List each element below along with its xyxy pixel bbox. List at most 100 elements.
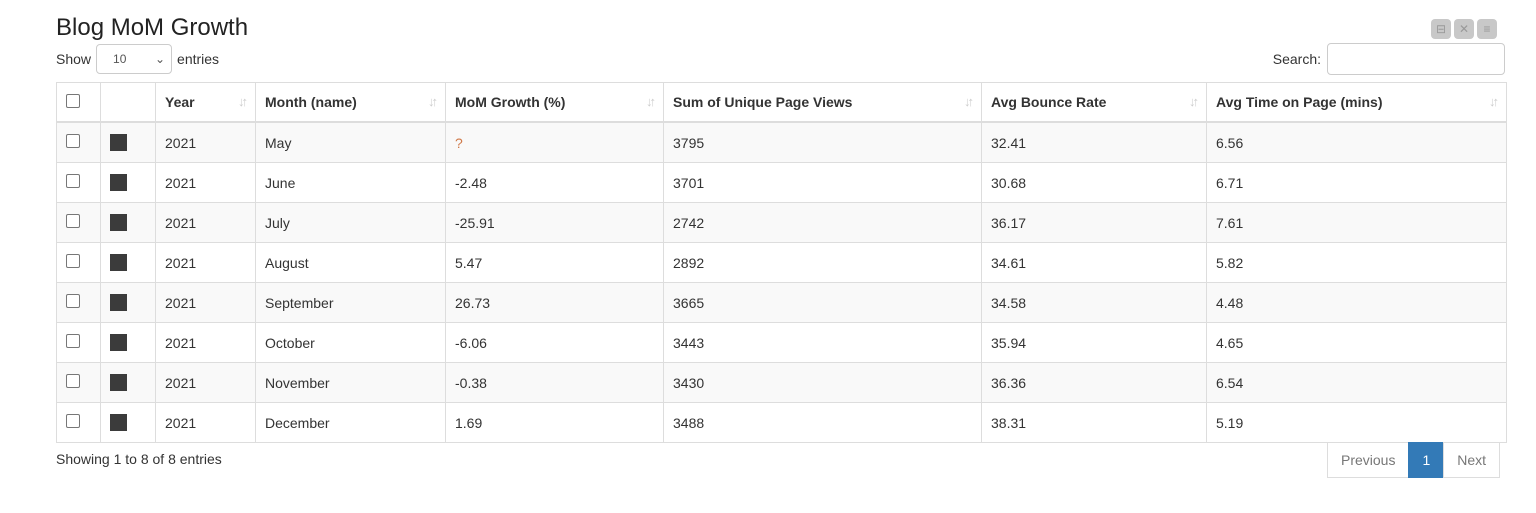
select-all-header bbox=[56, 82, 101, 123]
table-cell: -2.48 bbox=[445, 162, 664, 203]
column-label: MoM Growth (%) bbox=[455, 94, 566, 110]
table-cell: November bbox=[255, 362, 446, 403]
table-cell: 5.19 bbox=[1206, 402, 1507, 443]
table-cell: 2021 bbox=[155, 402, 256, 443]
table-cell: July bbox=[255, 202, 446, 243]
search-control: Search: bbox=[1273, 43, 1505, 75]
table-row: 2021 July -25.91 2742 36.17 7.61 bbox=[56, 202, 1507, 243]
table-cell: 2742 bbox=[663, 202, 982, 243]
row-select-cell bbox=[56, 242, 101, 283]
table-cell: May bbox=[255, 121, 446, 163]
table-cell: October bbox=[255, 322, 446, 363]
row-checkbox[interactable] bbox=[66, 414, 80, 428]
search-label: Search: bbox=[1272, 51, 1321, 67]
color-swatch bbox=[110, 254, 127, 272]
color-swatch bbox=[110, 334, 127, 352]
sort-icon: ↓↑ bbox=[646, 94, 656, 109]
table-cell: 3488 bbox=[663, 402, 982, 443]
column-header-2[interactable]: MoM Growth (%) ↓↑ bbox=[445, 82, 664, 123]
table-cell: 32.41 bbox=[981, 121, 1207, 163]
sort-icon: ↓↑ bbox=[1189, 94, 1199, 109]
table-row: 2021 December 1.69 3488 38.31 5.19 bbox=[56, 402, 1507, 443]
table-row: 2021 October -6.06 3443 35.94 4.65 bbox=[56, 322, 1507, 363]
row-checkbox[interactable] bbox=[66, 294, 80, 308]
color-swatch bbox=[110, 414, 127, 432]
swatch-cell bbox=[100, 162, 156, 203]
column-label: Sum of Unique Page Views bbox=[673, 94, 853, 110]
column-header-0[interactable]: Year ↓↑ bbox=[155, 82, 256, 123]
row-select-cell bbox=[56, 162, 101, 203]
table-cell: 2021 bbox=[155, 282, 256, 323]
row-checkbox[interactable] bbox=[66, 214, 80, 228]
swatch-cell bbox=[100, 362, 156, 403]
column-header-1[interactable]: Month (name) ↓↑ bbox=[255, 82, 446, 123]
menu-icon[interactable]: ≡ bbox=[1477, 19, 1497, 39]
page-title: Blog MoM Growth bbox=[56, 14, 249, 41]
row-select-cell bbox=[56, 362, 101, 403]
table-cell: 38.31 bbox=[981, 402, 1207, 443]
page-1-button[interactable]: 1 bbox=[1408, 442, 1445, 478]
table-cell: December bbox=[255, 402, 446, 443]
show-label: Show bbox=[56, 51, 92, 67]
table-cell: 35.94 bbox=[981, 322, 1207, 363]
page-length-value: 10 bbox=[113, 52, 127, 66]
column-header-5[interactable]: Avg Time on Page (mins) ↓↑ bbox=[1206, 82, 1507, 123]
row-select-cell bbox=[56, 202, 101, 243]
table-cell: 34.61 bbox=[981, 242, 1207, 283]
color-swatch bbox=[110, 374, 127, 392]
entries-label: entries bbox=[177, 51, 220, 67]
swatch-cell bbox=[100, 242, 156, 283]
swatch-cell bbox=[100, 402, 156, 443]
row-checkbox[interactable] bbox=[66, 374, 80, 388]
table-cell: 1.69 bbox=[445, 402, 664, 443]
widget-toolbar: ⊟ ✕ ≡ bbox=[1431, 19, 1497, 39]
next-button[interactable]: Next bbox=[1443, 442, 1501, 478]
table-cell: 3795 bbox=[663, 121, 982, 163]
table-cell: August bbox=[255, 242, 446, 283]
table-cell: 3665 bbox=[663, 282, 982, 323]
row-select-cell bbox=[56, 282, 101, 323]
table-cell: 4.65 bbox=[1206, 322, 1507, 363]
expand-icon[interactable]: ✕ bbox=[1454, 19, 1474, 39]
sort-icon: ↓↑ bbox=[1489, 94, 1499, 109]
page-length-select[interactable]: 10 ⌄ bbox=[96, 44, 173, 74]
table-cell: 2021 bbox=[155, 362, 256, 403]
color-swatch bbox=[110, 174, 127, 192]
column-header-3[interactable]: Sum of Unique Page Views ↓↑ bbox=[663, 82, 982, 123]
table-row: 2021 June -2.48 3701 30.68 6.71 bbox=[56, 162, 1507, 203]
color-swatch bbox=[110, 294, 127, 312]
table-cell: 34.58 bbox=[981, 282, 1207, 323]
table-cell: 3443 bbox=[663, 322, 982, 363]
table-cell: 2021 bbox=[155, 242, 256, 283]
table-cell: 7.61 bbox=[1206, 202, 1507, 243]
data-table: Year ↓↑ Month (name) ↓↑ MoM Growth (%) ↓↑ Sum … bbox=[56, 82, 1507, 443]
pagination: Previous 1 Next bbox=[1327, 442, 1501, 478]
swatch-cell bbox=[100, 121, 156, 163]
table-row: 2021 May? 3795 32.41 6.56 bbox=[56, 121, 1507, 163]
column-header-4[interactable]: Avg Bounce Rate ↓↑ bbox=[981, 82, 1207, 123]
row-select-cell bbox=[56, 402, 101, 443]
swatch-cell bbox=[100, 202, 156, 243]
column-label: Avg Bounce Rate bbox=[991, 94, 1107, 110]
table-cell: 2021 bbox=[155, 162, 256, 203]
row-checkbox[interactable] bbox=[66, 134, 80, 148]
row-checkbox[interactable] bbox=[66, 334, 80, 348]
row-checkbox[interactable] bbox=[66, 254, 80, 268]
row-select-cell bbox=[56, 322, 101, 363]
table-cell: 4.48 bbox=[1206, 282, 1507, 323]
sort-icon: ↓↑ bbox=[964, 94, 974, 109]
table-cell: 3430 bbox=[663, 362, 982, 403]
color-swatch bbox=[110, 214, 127, 232]
table-cell: 26.73 bbox=[445, 282, 664, 323]
minimize-icon[interactable]: ⊟ bbox=[1431, 19, 1451, 39]
table-row: 2021 September 26.73 3665 34.58 4.48 bbox=[56, 282, 1507, 323]
table-cell: 6.71 bbox=[1206, 162, 1507, 203]
select-all-checkbox[interactable] bbox=[66, 93, 80, 108]
table-cell: -6.06 bbox=[445, 322, 664, 363]
table-cell: September bbox=[255, 282, 446, 323]
previous-button[interactable]: Previous bbox=[1327, 442, 1410, 478]
row-checkbox[interactable] bbox=[66, 174, 80, 188]
table-cell: 3701 bbox=[663, 162, 982, 203]
table-cell: 30.68 bbox=[981, 162, 1207, 203]
search-input[interactable] bbox=[1327, 43, 1505, 75]
